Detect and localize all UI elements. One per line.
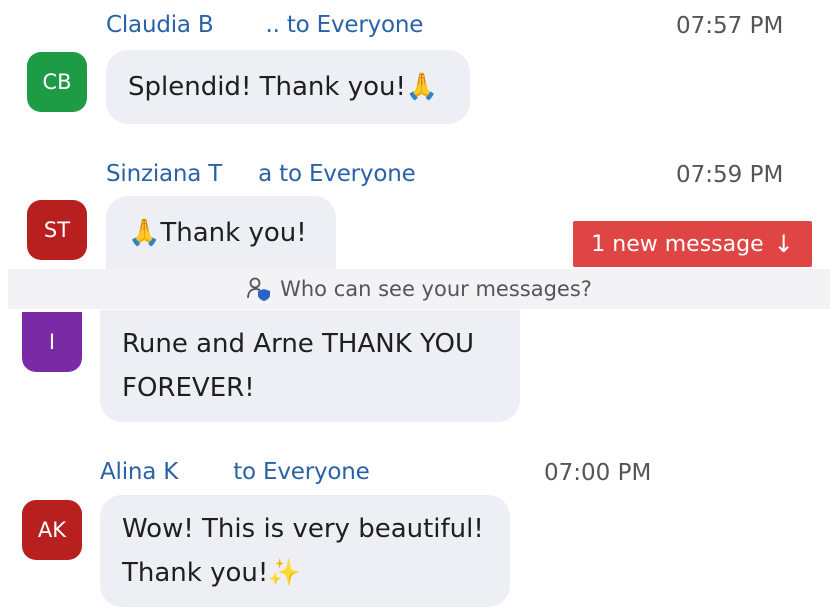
folded-hands-icon: 🙏 (405, 72, 439, 102)
recipient-link[interactable]: Everyone (263, 459, 370, 485)
avatar[interactable]: I (22, 312, 82, 372)
privacy-bar[interactable]: Who can see your messages? (8, 269, 830, 309)
message-bubble: Splendid! Thank you! 🙏 (106, 50, 470, 124)
sender-to: a to (258, 161, 309, 187)
message-bubble: 🙏 Thank you! (106, 196, 336, 270)
message-text: Thank you! (122, 558, 269, 588)
message-text: Thank you! (160, 218, 307, 248)
avatar[interactable]: ST (27, 200, 87, 260)
person-shield-icon (247, 277, 271, 301)
new-message-button[interactable]: 1 new message ↓ (573, 221, 812, 267)
sender-to: to (233, 459, 263, 485)
sender-name: Alina K (100, 459, 179, 485)
privacy-label: Who can see your messages? (280, 277, 592, 301)
sender-name: Sinziana T (106, 161, 223, 187)
sender-name: Claudia B (106, 12, 214, 38)
message-sender: Claudia B .. to Everyone (106, 12, 423, 38)
recipient-link[interactable]: Everyone (317, 12, 424, 38)
message-text: Splendid! Thank you! (128, 72, 406, 102)
message-time: 07:57 PM (676, 13, 784, 39)
recipient-link[interactable]: Everyone (309, 161, 416, 187)
avatar[interactable]: AK (22, 500, 82, 560)
message-text-line: Rune and Arne THANK YOU (122, 329, 474, 359)
avatar[interactable]: CB (27, 52, 87, 112)
message-bubble: Rune and Arne THANK YOU FOREVER! (100, 310, 520, 422)
message-bubble: Wow! This is very beautiful! Thank you!✨ (100, 495, 510, 607)
message-sender: Sinziana T a to Everyone (106, 161, 416, 187)
message-text-line: Thank you!✨ (122, 551, 301, 595)
message-time: 07:00 PM (544, 460, 652, 486)
new-message-label: 1 new message (591, 231, 764, 257)
arrow-down-icon: ↓ (773, 230, 794, 258)
message-time: 07:59 PM (676, 162, 784, 188)
message-text-line: Wow! This is very beautiful! (122, 514, 484, 544)
message-sender: Alina K to Everyone (100, 459, 370, 485)
sparkles-icon: ✨ (268, 558, 301, 588)
folded-hands-icon: 🙏 (128, 218, 161, 248)
chat-panel: Claudia B .. to Everyone 07:57 PM CB Sple… (0, 0, 835, 611)
message-text-line: FOREVER! (122, 373, 255, 403)
sender-to: .. to (265, 12, 317, 38)
